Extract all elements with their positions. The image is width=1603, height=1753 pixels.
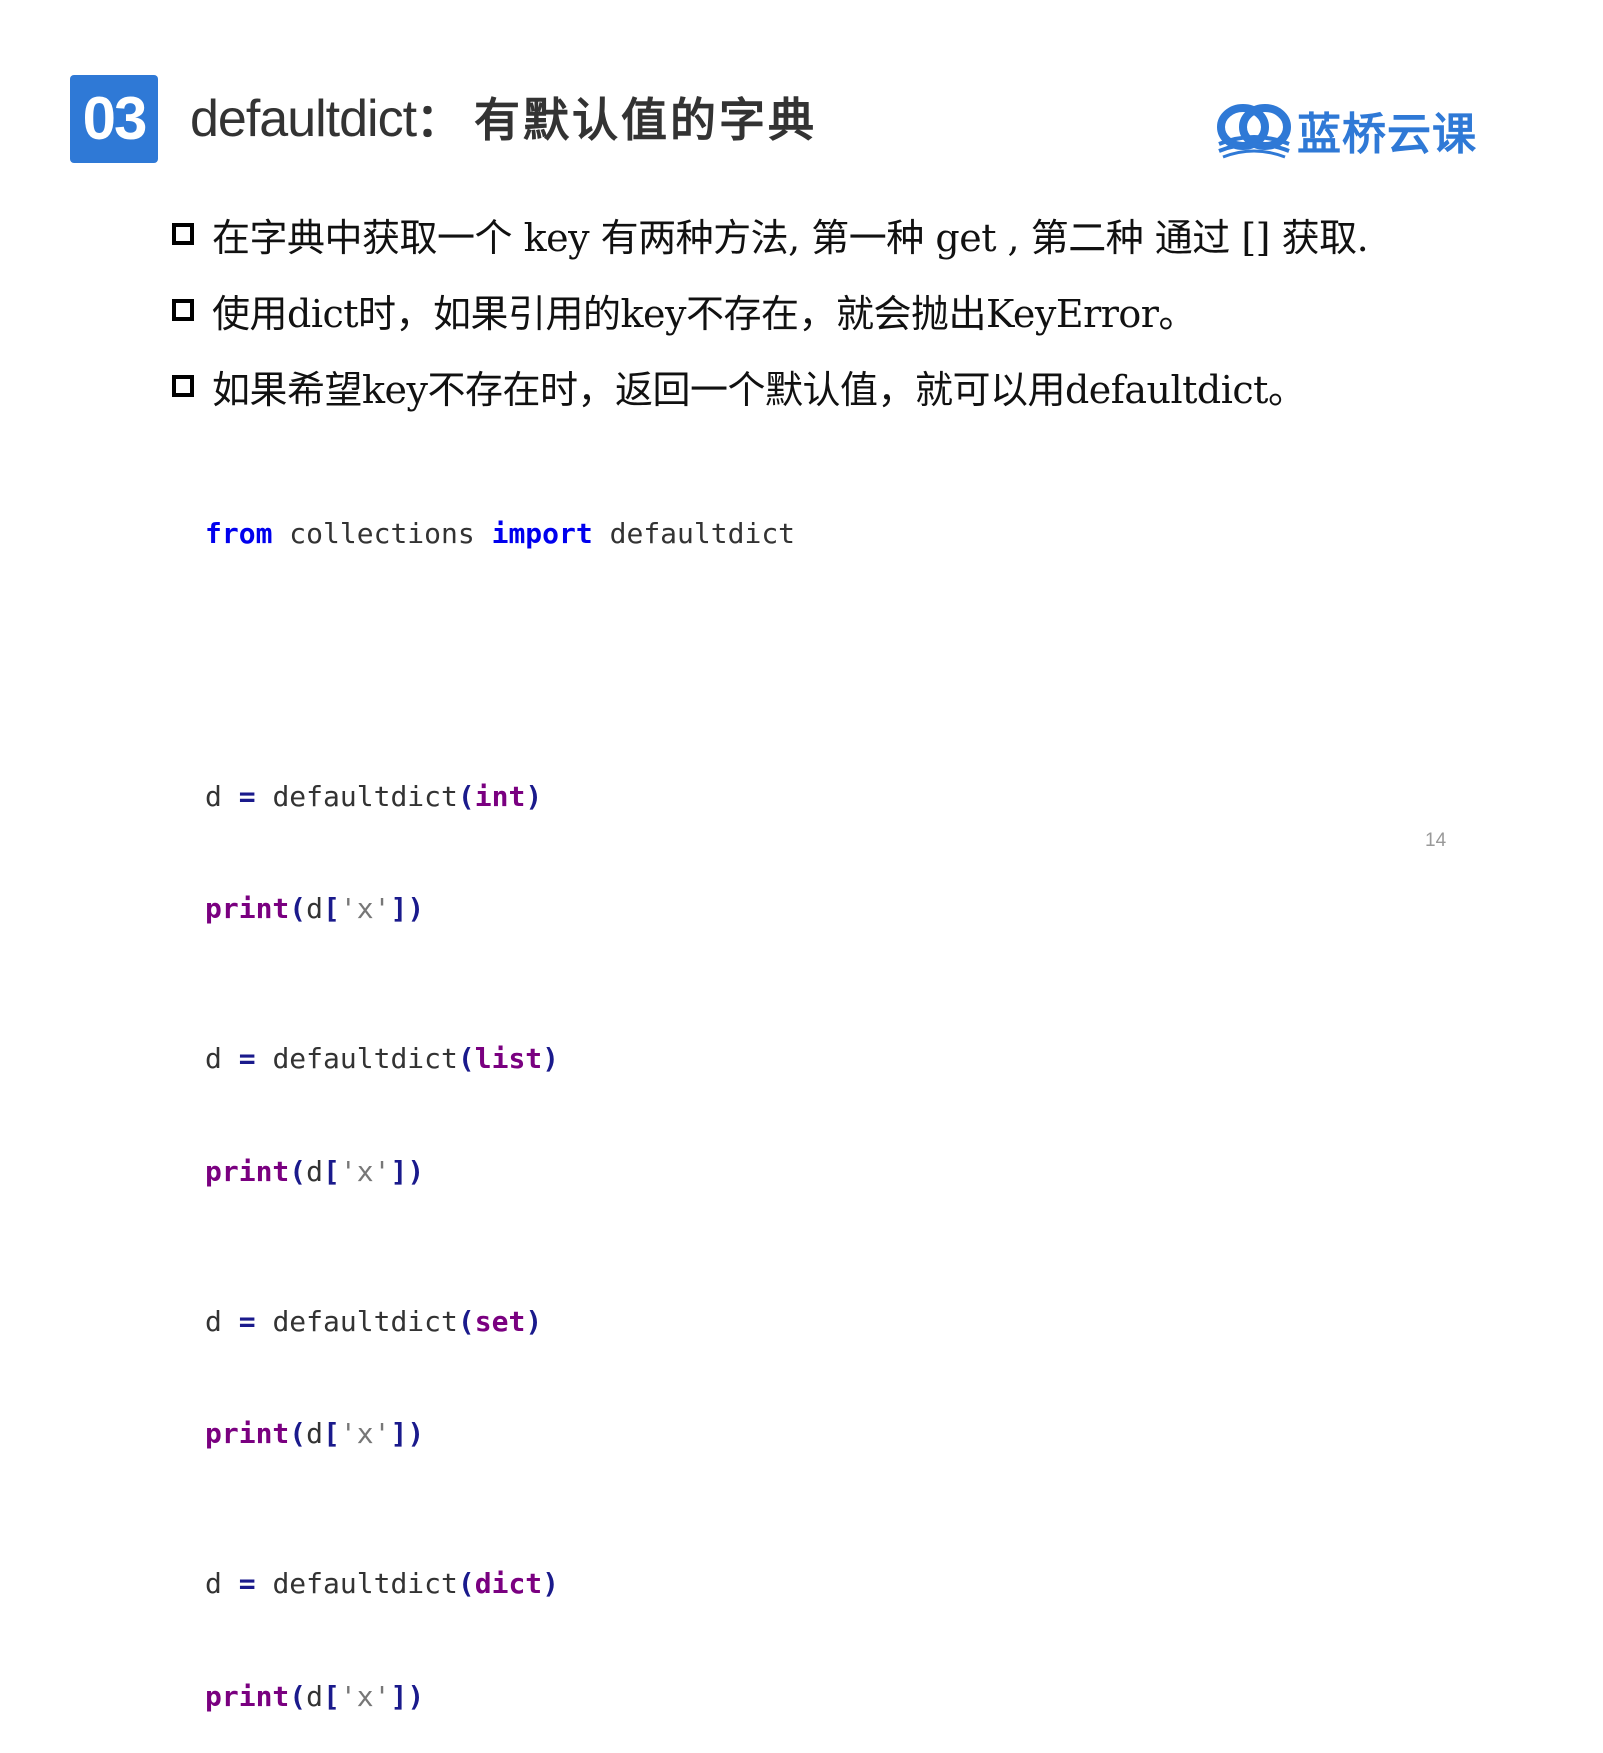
title-chinese: 有默认值的字典 [474, 93, 818, 147]
code-line: d = defaultdict(list) [205, 1040, 795, 1078]
page-number: 14 [1425, 830, 1447, 851]
code-bracket: [ [323, 1417, 340, 1450]
code-paren: ) [525, 779, 543, 813]
code-paren: ) [525, 1304, 543, 1338]
code-builtin: print [205, 1417, 290, 1450]
code-var: d [306, 892, 324, 925]
code-func: defaultdict [272, 1567, 458, 1600]
code-func: defaultdict [272, 1304, 458, 1338]
code-var: d [205, 779, 222, 813]
logo-text: 蓝桥云课 [1297, 109, 1477, 160]
code-paren: ) [407, 1679, 425, 1713]
code-var: d [205, 1304, 222, 1338]
slide-title: defaultdict： 有默认值的字典 [190, 84, 817, 154]
lanqiao-logo-icon [1217, 104, 1291, 159]
bullet-item: 如果希望key不存在时，返回一个默认值，就可以用defaultdict。 [172, 348, 1572, 424]
code-paren: ) [407, 1154, 425, 1188]
code-paren: ) [542, 1042, 560, 1075]
code-builtin: print [205, 892, 290, 925]
code-paren: ( [457, 1567, 475, 1600]
code-operator: = [238, 779, 256, 813]
code-block: from collections import defaultdict d = … [205, 440, 795, 1753]
code-builtin: set [474, 1304, 526, 1338]
code-string: 'x' [339, 1679, 391, 1713]
code-paren: ( [289, 1154, 307, 1188]
code-keyword: import [491, 517, 593, 550]
bullet-list: 在字典中获取一个 key 有两种方法, 第一种 get , 第二种 通过 [] … [172, 196, 1572, 424]
code-module: collections [289, 517, 475, 550]
section-number-badge: 03 [70, 75, 158, 163]
code-line: d = defaultdict(dict) [205, 1565, 795, 1603]
code-var: d [205, 1567, 222, 1600]
code-func: defaultdict [272, 1042, 458, 1075]
code-builtin: list [474, 1042, 543, 1075]
code-builtin: dict [474, 1567, 543, 1600]
code-bracket: ] [390, 1417, 408, 1450]
code-var: d [306, 1417, 324, 1450]
code-paren: ( [289, 1417, 307, 1450]
bullet-text: 使用dict时，如果引用的key不存在，就会抛出KeyError。 [212, 291, 1196, 336]
bullet-item: 使用dict时，如果引用的key不存在，就会抛出KeyError。 [172, 272, 1572, 348]
brand-logo: 蓝桥云课 [1215, 100, 1477, 160]
code-bracket: [ [323, 892, 340, 925]
code-var: d [306, 1154, 324, 1188]
code-func: defaultdict [272, 779, 458, 813]
code-builtin: print [205, 1679, 290, 1713]
bullet-text: 如果希望key不存在时，返回一个默认值，就可以用defaultdict。 [212, 367, 1306, 412]
code-paren: ( [289, 1679, 307, 1713]
code-line: d = defaultdict(set) [205, 1303, 795, 1341]
title-english: defaultdict [190, 90, 417, 148]
code-name: defaultdict [609, 517, 796, 550]
code-var: d [205, 1042, 222, 1075]
title-colon: ： [416, 93, 463, 147]
code-line: print(d['x']) [205, 890, 795, 928]
code-operator: = [238, 1567, 256, 1600]
code-bracket: ] [390, 1679, 408, 1713]
code-line: print(d['x']) [205, 1678, 795, 1716]
code-paren: ( [457, 1042, 475, 1075]
code-string: 'x' [339, 1154, 391, 1188]
code-bracket: [ [323, 1154, 340, 1188]
code-builtin: int [474, 779, 526, 813]
code-line: print(d['x']) [205, 1153, 795, 1191]
bullet-item: 在字典中获取一个 key 有两种方法, 第一种 get , 第二种 通过 [] … [172, 196, 1572, 272]
code-string: 'x' [339, 892, 391, 925]
code-paren: ) [542, 1567, 560, 1600]
code-bracket: ] [390, 892, 408, 925]
code-operator: = [238, 1304, 256, 1338]
checkbox-icon [172, 375, 194, 397]
code-keyword: from [205, 517, 273, 550]
code-bracket: ] [390, 1154, 408, 1188]
code-var: d [306, 1679, 324, 1713]
code-paren: ( [289, 892, 307, 925]
code-paren: ( [457, 779, 475, 813]
checkbox-icon [172, 299, 194, 321]
code-string: 'x' [339, 1417, 391, 1450]
code-line: print(d['x']) [205, 1415, 795, 1453]
code-paren: ) [407, 892, 425, 925]
code-bracket: [ [323, 1679, 340, 1713]
checkbox-icon [172, 223, 194, 245]
code-operator: = [238, 1042, 256, 1075]
code-paren: ) [407, 1417, 425, 1450]
code-paren: ( [457, 1304, 475, 1338]
bullet-text: 在字典中获取一个 key 有两种方法, 第一种 get , 第二种 通过 [] … [212, 215, 1369, 260]
code-line: d = defaultdict(int) [205, 778, 795, 816]
code-line-import: from collections import defaultdict [205, 515, 795, 553]
code-builtin: print [205, 1154, 290, 1188]
